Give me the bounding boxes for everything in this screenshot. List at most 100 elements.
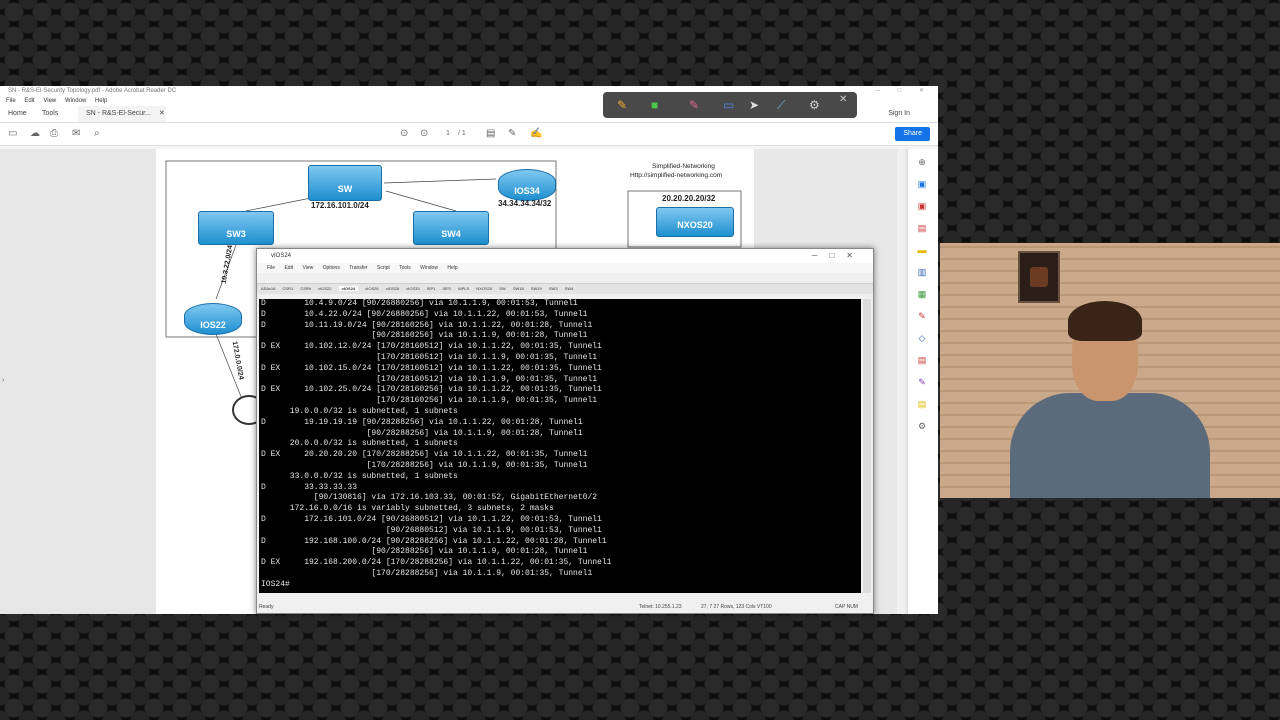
crt-toolbar	[257, 273, 873, 284]
export-pdf-icon[interactable]: ▣	[916, 179, 928, 189]
share-label: Share	[903, 130, 922, 137]
crt-window-title: vIOS24	[271, 253, 292, 259]
menu-edit[interactable]: Edit	[24, 98, 34, 104]
status-position: 27, 7 27 Rows, 123 Cols VT100	[701, 604, 772, 610]
create-icon[interactable]: ▭	[8, 123, 17, 145]
presenter-body	[1010, 393, 1210, 498]
protect-icon[interactable]: ◇	[916, 333, 928, 343]
expand-left-pane-icon[interactable]: ›	[2, 377, 4, 384]
crt-menu-edit[interactable]: Edit	[284, 265, 293, 271]
fill-sign-icon[interactable]: ✎	[916, 311, 928, 321]
menu-window[interactable]: Window	[65, 98, 86, 104]
settings-icon[interactable]: ⚙	[809, 98, 820, 112]
color-picker-icon[interactable]: ■	[651, 98, 658, 112]
pencil-icon[interactable]: ✎	[617, 98, 627, 112]
device-sw4[interactable]: SW4	[413, 211, 489, 245]
tab-document[interactable]: SN - R&S-El-Secur... ✕	[78, 106, 166, 122]
toolbar-close-icon[interactable]: ✕	[839, 93, 847, 107]
nxos20-subnet-label: 20.20.20.20/32	[662, 194, 716, 203]
edit-pdf-icon[interactable]: ▤	[916, 223, 928, 233]
session-tab[interactable]: vIOS22	[318, 286, 331, 291]
zoom-icon[interactable]: ⊕	[916, 157, 928, 167]
print-icon[interactable]: ⎙	[50, 123, 58, 145]
menu-file[interactable]: File	[6, 98, 16, 104]
device-sw3-label: SW3	[226, 229, 246, 239]
upload-icon[interactable]: ☁	[30, 123, 40, 145]
session-tab[interactable]: NXOS20	[476, 286, 492, 291]
page-total: / 1	[458, 130, 466, 137]
device-ios34[interactable]: IOS34	[498, 169, 556, 201]
eraser-icon[interactable]: ▭	[723, 98, 734, 112]
highlighter-icon[interactable]: ✎	[689, 98, 699, 112]
window-controls[interactable]: ─ □ ✕	[876, 86, 932, 96]
search-icon[interactable]: ⌕	[94, 123, 100, 145]
crt-window-controls[interactable]: ─□✕	[812, 249, 865, 263]
session-tab-active[interactable]: vIOS24	[338, 286, 359, 291]
terminal-output[interactable]: D 10.4.9.0/24 [90/26880256] via 10.1.1.9…	[259, 299, 861, 593]
session-tab[interactable]: SW18	[513, 286, 524, 291]
acrobat-window-title: SN - R&S-El-Security Topology.pdf - Adob…	[8, 88, 177, 94]
session-tab[interactable]: vIOS28	[386, 286, 399, 291]
device-sw3[interactable]: SW3	[198, 211, 274, 245]
session-tab[interactable]: MPLS	[458, 286, 469, 291]
device-sw4-label: SW4	[441, 229, 461, 239]
session-tab[interactable]: vIOS33	[406, 286, 419, 291]
tab-tools[interactable]: Tools	[42, 106, 58, 122]
pen-icon[interactable]: ✎	[508, 123, 516, 145]
menu-view[interactable]: View	[43, 98, 56, 104]
crt-menu-tools[interactable]: Tools	[399, 265, 411, 271]
crt-menu-help[interactable]: Help	[447, 265, 457, 271]
stamp-icon[interactable]: ▤	[916, 399, 928, 409]
status-caps: CAP NUM	[835, 604, 858, 610]
crt-statusbar: Ready Telnet: 10.255.1.23 27, 7 27 Rows,…	[257, 601, 873, 613]
organize-icon[interactable]: ▦	[916, 289, 928, 299]
session-tab[interactable]: SW	[499, 286, 505, 291]
sign-icon[interactable]: ✍	[530, 123, 542, 145]
document-scrollbar[interactable]	[897, 149, 905, 614]
tab-document-label: SN - R&S-El-Secur...	[86, 110, 151, 117]
crt-menu-view[interactable]: View	[302, 265, 313, 271]
share-button[interactable]: Share	[895, 127, 930, 141]
crt-menu-script[interactable]: Script	[377, 265, 390, 271]
crt-menu-window[interactable]: Window	[420, 265, 438, 271]
session-tab[interactable]: vIOS26	[365, 286, 378, 291]
send-icon[interactable]: ▤	[916, 355, 928, 365]
crt-menu-options[interactable]: Options	[323, 265, 340, 271]
combine-icon[interactable]: ▥	[916, 267, 928, 277]
session-tab[interactable]: ISP2	[442, 286, 451, 291]
session-tab[interactable]: ISP1	[427, 286, 436, 291]
sign-in-link[interactable]: Sign In	[888, 106, 910, 122]
comment-icon[interactable]: ▤	[486, 123, 495, 145]
create-pdf-icon[interactable]: ▣	[916, 201, 928, 211]
mail-icon[interactable]: ✉	[72, 123, 80, 145]
close-icon[interactable]: ✕	[159, 110, 165, 117]
session-tab[interactable]: SW3	[549, 286, 558, 291]
device-nxos20[interactable]: NXOS20	[656, 207, 734, 237]
redact-icon[interactable]: ✎	[916, 377, 928, 387]
page-down-icon[interactable]: ⊙	[420, 123, 428, 145]
menu-help[interactable]: Help	[95, 98, 107, 104]
page-number[interactable]: 1	[446, 123, 450, 145]
session-tab[interactable]: CSR1	[283, 286, 294, 291]
pointer-icon[interactable]: ➤	[749, 98, 759, 112]
device-ios22[interactable]: IOS22	[184, 303, 242, 335]
session-tab[interactable]: CSR9	[300, 286, 311, 291]
tab-home[interactable]: Home	[8, 106, 27, 122]
session-tab[interactable]: SW4	[565, 286, 574, 291]
line-tool-icon[interactable]: ⟋	[777, 98, 785, 112]
presenter-hair	[1068, 301, 1142, 341]
more-tools-icon[interactable]: ⚙	[916, 421, 928, 431]
webcam-overlay	[940, 243, 1280, 498]
crt-titlebar: vIOS24 ─□✕	[257, 249, 873, 263]
session-tab[interactable]: ASAv16	[261, 286, 275, 291]
terminal-scrollbar[interactable]	[863, 299, 871, 593]
crt-menu-transfer[interactable]: Transfer	[349, 265, 367, 271]
session-tab[interactable]: SW19	[531, 286, 542, 291]
crt-menu-file[interactable]: File	[267, 265, 275, 271]
comment-tool-icon[interactable]: ▬	[916, 245, 928, 255]
crt-menubar: File Edit View Options Transfer Script T…	[257, 263, 873, 273]
device-sw[interactable]: SW	[308, 165, 382, 201]
brand-label: Simplified-Networking	[652, 163, 715, 170]
page-up-icon[interactable]: ⊙	[400, 123, 408, 145]
device-nxos20-label: NXOS20	[677, 220, 713, 230]
